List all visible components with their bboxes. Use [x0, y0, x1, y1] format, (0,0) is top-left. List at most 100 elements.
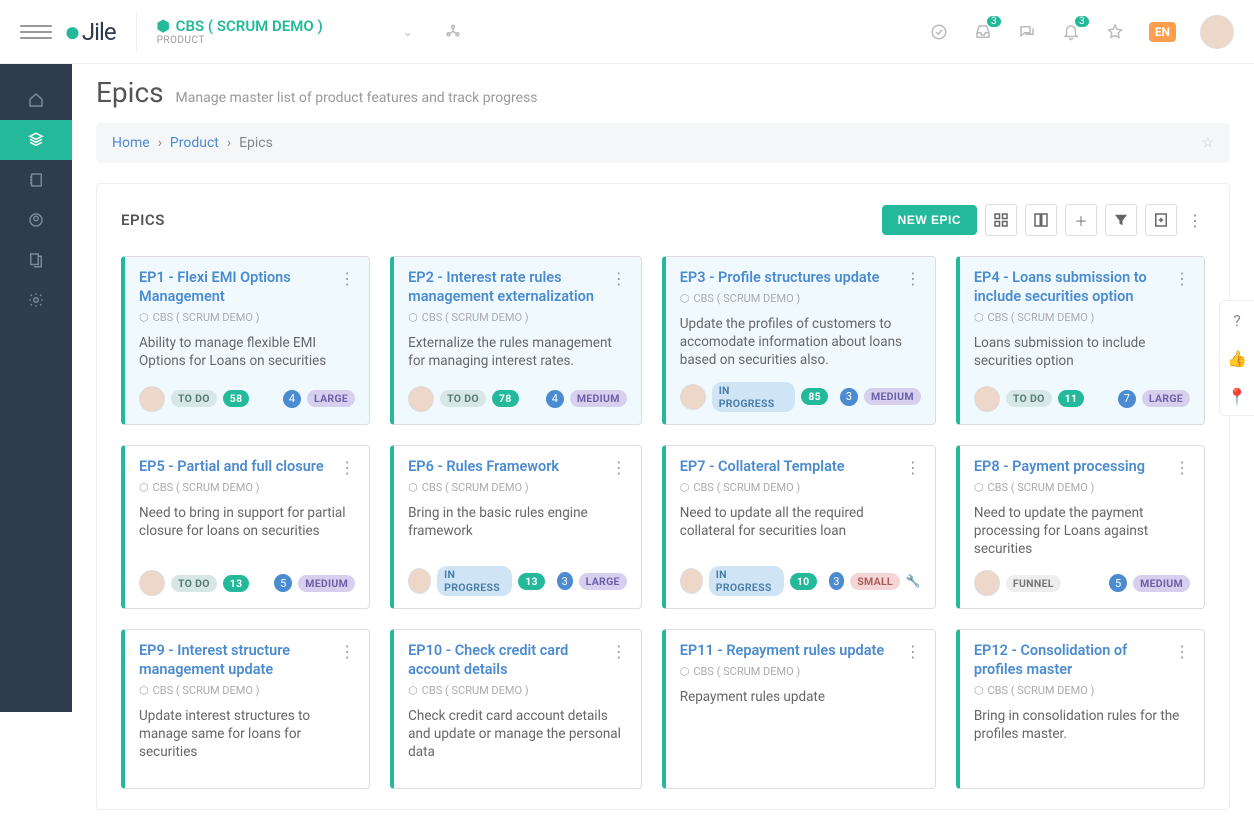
add-button[interactable]: ＋ — [1065, 204, 1097, 236]
sidebar-docs[interactable] — [0, 240, 72, 280]
size-pill: LARGE — [307, 390, 355, 407]
epic-title[interactable]: EP12 - Consolidation of profiles master — [974, 642, 1166, 680]
sidebar-notebook[interactable] — [0, 160, 72, 200]
epic-product: ⬡ CBS ( SCRUM DEMO ) — [680, 481, 921, 494]
epic-card[interactable]: EP2 - Interest rate rules management ext… — [390, 256, 642, 425]
card-menu-icon[interactable]: ⋮ — [611, 642, 627, 680]
epic-title[interactable]: EP5 - Partial and full closure — [139, 458, 324, 477]
status-pill: IN PROGRESS — [437, 566, 512, 596]
star-icon[interactable] — [1105, 22, 1125, 42]
status-pill: TO DO — [440, 390, 486, 407]
panel-title: EPICS — [121, 211, 165, 229]
menu-toggle[interactable] — [20, 16, 52, 48]
epic-title[interactable]: EP7 - Collateral Template — [680, 458, 845, 477]
sidebar — [0, 64, 72, 712]
assignee-avatar[interactable] — [680, 384, 706, 410]
epic-description: Need to bring in support for partial clo… — [139, 504, 355, 540]
epic-description: Bring in the basic rules engine framewor… — [408, 504, 627, 540]
column-view-button[interactable] — [1025, 204, 1057, 236]
epic-title[interactable]: EP8 - Payment processing — [974, 458, 1145, 477]
check-icon[interactable] — [929, 22, 949, 42]
epic-card[interactable]: EP9 - Interest structure management upda… — [121, 629, 370, 789]
epic-product: ⬡ CBS ( SCRUM DEMO ) — [974, 684, 1190, 697]
new-epic-button[interactable]: NEW EPIC — [882, 205, 977, 235]
feedback-icon[interactable]: 📍 — [1220, 377, 1254, 415]
epic-title[interactable]: EP2 - Interest rate rules management ext… — [408, 269, 603, 307]
epic-card[interactable]: EP8 - Payment processing ⋮ ⬡ CBS ( SCRUM… — [956, 445, 1205, 610]
card-menu-icon[interactable]: ⋮ — [339, 642, 355, 680]
epic-title[interactable]: EP9 - Interest structure management upda… — [139, 642, 331, 680]
assignee-avatar[interactable] — [408, 386, 434, 412]
sidebar-epics[interactable] — [0, 120, 72, 160]
cards-grid: EP1 - Flexi EMI Options Management ⋮ ⬡ C… — [121, 256, 1205, 789]
epic-product: ⬡ CBS ( SCRUM DEMO ) — [408, 481, 627, 494]
inbox-icon[interactable]: 3 — [973, 22, 993, 42]
epic-card[interactable]: EP11 - Repayment rules update ⋮ ⬡ CBS ( … — [662, 629, 936, 789]
assignee-avatar[interactable] — [974, 386, 1000, 412]
epic-card[interactable]: EP12 - Consolidation of profiles master … — [956, 629, 1205, 789]
card-menu-icon[interactable]: ⋮ — [1174, 642, 1190, 680]
epic-title[interactable]: EP10 - Check credit card account details — [408, 642, 603, 680]
thumbs-up-icon[interactable]: 👍 — [1220, 339, 1254, 377]
chat-icon[interactable] — [1017, 22, 1037, 42]
card-menu-icon[interactable]: ⋮ — [1174, 269, 1190, 307]
card-menu-icon[interactable]: ⋮ — [1174, 458, 1190, 477]
org-icon[interactable] — [443, 22, 463, 42]
user-avatar[interactable] — [1200, 15, 1234, 49]
more-button[interactable]: ⋮ — [1185, 211, 1205, 230]
card-menu-icon[interactable]: ⋮ — [339, 458, 355, 477]
epic-title[interactable]: EP1 - Flexi EMI Options Management — [139, 269, 331, 307]
epic-card[interactable]: EP3 - Profile structures update ⋮ ⬡ CBS … — [662, 256, 936, 425]
epic-title[interactable]: EP11 - Repayment rules update — [680, 642, 884, 661]
epic-title[interactable]: EP6 - Rules Framework — [408, 458, 559, 477]
sidebar-sourcetree[interactable] — [0, 200, 72, 240]
epic-description: Externalize the rules management for man… — [408, 334, 627, 370]
assignee-avatar[interactable] — [974, 570, 1000, 596]
logo[interactable]: ●Jile — [64, 18, 116, 46]
size-pill: MEDIUM — [864, 388, 921, 405]
count-pill: 13 — [223, 575, 250, 592]
language-button[interactable]: EN — [1149, 22, 1176, 42]
epic-card[interactable]: EP1 - Flexi EMI Options Management ⋮ ⬡ C… — [121, 256, 370, 425]
epic-description: Need to update the payment processing fo… — [974, 504, 1190, 559]
assignee-avatar[interactable] — [680, 568, 703, 594]
card-menu-icon[interactable]: ⋮ — [611, 458, 627, 477]
epic-title[interactable]: EP3 - Profile structures update — [680, 269, 880, 288]
breadcrumb-home[interactable]: Home — [112, 135, 150, 151]
card-menu-icon[interactable]: ⋮ — [339, 269, 355, 307]
epic-product: ⬡ CBS ( SCRUM DEMO ) — [680, 292, 921, 305]
epic-card[interactable]: EP7 - Collateral Template ⋮ ⬡ CBS ( SCRU… — [662, 445, 936, 610]
sidebar-home[interactable] — [0, 80, 72, 120]
card-menu-icon[interactable]: ⋮ — [905, 458, 921, 477]
assignee-avatar[interactable] — [408, 568, 431, 594]
epic-card[interactable]: EP6 - Rules Framework ⋮ ⬡ CBS ( SCRUM DE… — [390, 445, 642, 610]
breadcrumb-product[interactable]: Product — [170, 135, 219, 151]
help-icon[interactable]: ? — [1220, 301, 1254, 339]
grid-view-button[interactable] — [985, 204, 1017, 236]
filter-button[interactable] — [1105, 204, 1137, 236]
card-menu-icon[interactable]: ⋮ — [905, 642, 921, 661]
assignee-avatar[interactable] — [139, 386, 165, 412]
product-selector[interactable]: ⬢CBS ( SCRUM DEMO ) PRODUCT ⌄ — [157, 17, 413, 46]
epic-card[interactable]: EP5 - Partial and full closure ⋮ ⬡ CBS (… — [121, 445, 370, 610]
bell-icon[interactable]: 3 — [1061, 22, 1081, 42]
count-pill: 10 — [790, 573, 817, 590]
points-pill: 3 — [557, 572, 573, 590]
sidebar-settings[interactable] — [0, 280, 72, 320]
epics-panel: EPICS NEW EPIC ＋ ⋮ EP1 - Flexi EMI Optio… — [96, 183, 1230, 810]
epic-card[interactable]: EP10 - Check credit card account details… — [390, 629, 642, 789]
epic-description: Ability to manage flexible EMI Options f… — [139, 334, 355, 370]
epic-card[interactable]: EP4 - Loans submission to include securi… — [956, 256, 1205, 425]
assignee-avatar[interactable] — [139, 570, 165, 596]
status-pill: TO DO — [1006, 390, 1052, 407]
card-menu-icon[interactable]: ⋮ — [611, 269, 627, 307]
size-pill: SMALL — [850, 573, 900, 590]
epic-description: Update the profiles of customers to acco… — [680, 315, 921, 370]
epic-title[interactable]: EP4 - Loans submission to include securi… — [974, 269, 1166, 307]
card-menu-icon[interactable]: ⋮ — [905, 269, 921, 288]
export-button[interactable] — [1145, 204, 1177, 236]
cube-icon: ⬢ — [157, 17, 170, 35]
epic-description: Loans submission to include securities o… — [974, 334, 1190, 370]
favorite-star-icon[interactable]: ☆ — [1201, 135, 1214, 151]
points-pill: 3 — [840, 388, 858, 406]
